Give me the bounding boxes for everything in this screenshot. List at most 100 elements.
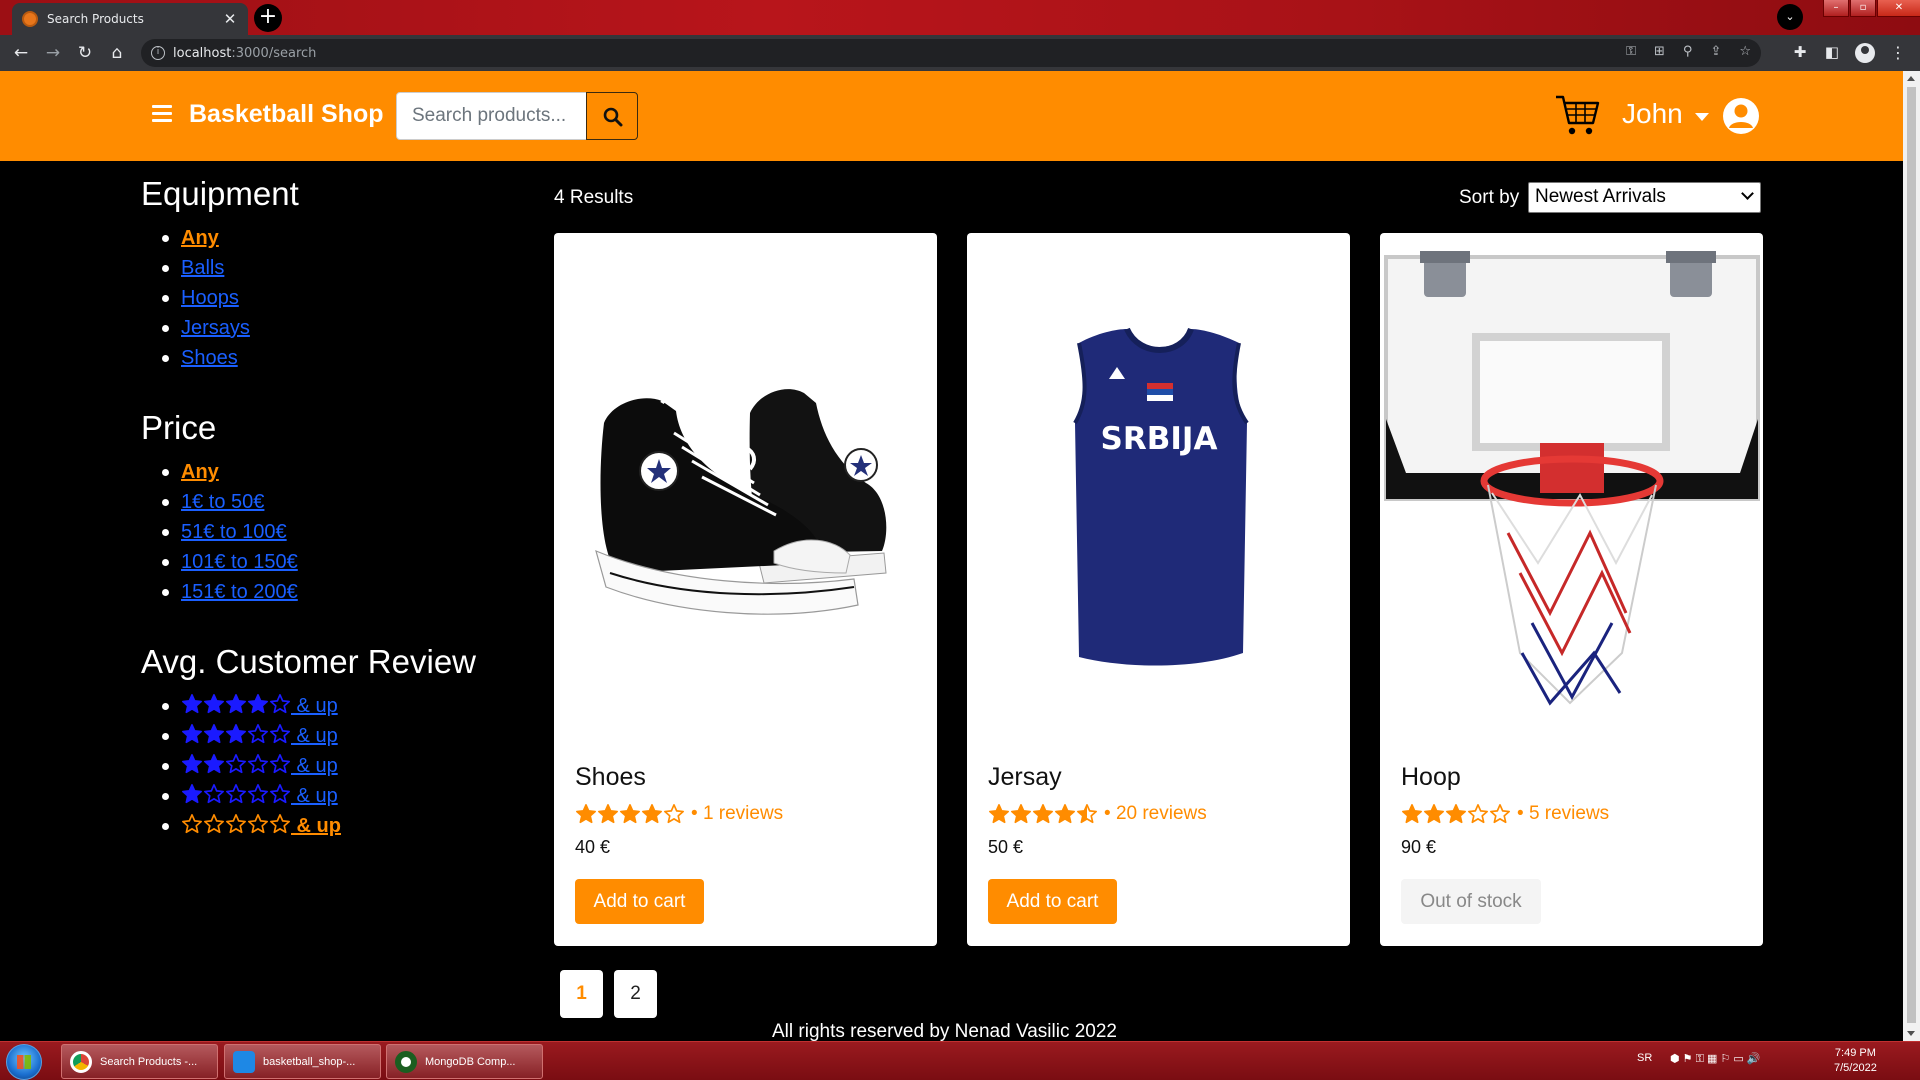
star-icon: [182, 694, 202, 714]
review-filter-0-stars[interactable]: & up: [181, 814, 341, 837]
star-icon: [598, 804, 618, 824]
taskbar-item-mongodb[interactable]: MongoDB Comp...: [386, 1044, 543, 1079]
rating-stars: [181, 723, 291, 745]
reload-icon[interactable]: ↻: [74, 42, 96, 64]
review-filter-4-stars[interactable]: & up: [181, 694, 338, 717]
star-icon: [664, 804, 684, 824]
scroll-up-arrow-icon[interactable]: [1907, 76, 1915, 81]
forward-arrow-icon[interactable]: →: [42, 42, 64, 64]
page-viewport: Basketball Shop John Equipment: [0, 71, 1903, 1041]
price-filter-51-100[interactable]: 51€ to 100€: [181, 521, 287, 543]
review-filter-2-stars[interactable]: & up: [181, 754, 338, 777]
sort-select[interactable]: Newest Arrivals: [1528, 182, 1761, 213]
star-icon: [576, 804, 596, 824]
add-to-cart-button[interactable]: Add to cart: [575, 879, 704, 924]
side-panel-icon[interactable]: ◧: [1822, 43, 1842, 61]
taskbar-item-vscode[interactable]: basketball_shop-...: [224, 1044, 381, 1079]
equipment-filter-list: Any Balls Hoops Jersays Shoes: [141, 223, 521, 373]
and-up-label: & up: [291, 725, 338, 747]
taskbar-item-label: Search Products -...: [100, 1055, 198, 1068]
star-icon: [1424, 804, 1444, 824]
scrollbar-thumb[interactable]: [1907, 87, 1916, 1023]
price-filter-any[interactable]: Any: [181, 461, 219, 483]
taskbar-item-chrome[interactable]: Search Products -...: [61, 1044, 218, 1079]
jersey-image[interactable]: SRBIJA: [967, 233, 1350, 723]
minimize-button[interactable]: –: [1823, 0, 1849, 17]
user-avatar-icon[interactable]: [1721, 96, 1761, 136]
star-icon: [1446, 804, 1466, 824]
profile-icon[interactable]: [1855, 43, 1875, 63]
star-icon: [270, 784, 290, 804]
product-name[interactable]: Hoop: [1401, 763, 1461, 792]
search-button[interactable]: [586, 92, 638, 140]
price-filter-101-150[interactable]: 101€ to 150€: [181, 551, 298, 573]
start-button[interactable]: [6, 1044, 42, 1080]
tray-icons[interactable]: ⬢ ⚑ ⚿ ▦ ⚐ ▭ 🔊: [1670, 1052, 1761, 1066]
star-icon: [620, 804, 640, 824]
and-up-label: & up: [291, 785, 338, 807]
page-scrollbar[interactable]: [1903, 71, 1920, 1041]
bookmark-star-icon[interactable]: ☆: [1739, 44, 1751, 59]
price-filter-1-50[interactable]: 1€ to 50€: [181, 491, 264, 513]
brand-logo-text[interactable]: Basketball Shop: [189, 100, 384, 129]
shopping-cart-icon[interactable]: [1554, 93, 1600, 137]
equipment-filter-balls[interactable]: Balls: [181, 257, 224, 279]
star-icon: [248, 814, 268, 834]
equipment-filter-jersays[interactable]: Jersays: [181, 317, 250, 339]
add-to-cart-button[interactable]: Add to cart: [988, 879, 1117, 924]
equipment-filter-shoes[interactable]: Shoes: [181, 347, 238, 369]
system-clock[interactable]: 7:49 PM 7/5/2022: [1834, 1046, 1877, 1076]
review-count[interactable]: • 1 reviews: [691, 803, 783, 825]
site-header: Basketball Shop John: [0, 71, 1903, 161]
star-icon: [182, 814, 202, 834]
list-item: 101€ to 150€: [162, 547, 521, 577]
home-icon[interactable]: ⌂: [106, 42, 128, 64]
star-icon: [1033, 804, 1053, 824]
hoop-image[interactable]: [1380, 233, 1763, 723]
product-name[interactable]: Shoes: [575, 763, 646, 792]
address-bar[interactable]: i localhost :3000/search ⚿ ⊞ ⚲ ⇪ ☆: [141, 39, 1761, 67]
new-tab-button[interactable]: +: [254, 4, 282, 32]
equipment-filter-hoops[interactable]: Hoops: [181, 287, 239, 309]
key-icon[interactable]: ⚿: [1626, 44, 1636, 59]
scroll-down-arrow-icon[interactable]: [1907, 1031, 1915, 1036]
list-item: Any: [162, 457, 521, 487]
star-icon: [182, 754, 202, 774]
chevron-down-icon[interactable]: [1695, 113, 1709, 121]
footer-copyright: All rights reserved by Nenad Vasilic 202…: [772, 1021, 1117, 1041]
out-of-stock-button: Out of stock: [1401, 879, 1541, 924]
restore-button[interactable]: ▫: [1850, 0, 1876, 17]
tab-search-button[interactable]: ⌄: [1777, 4, 1803, 30]
close-tab-icon[interactable]: ✕: [222, 10, 238, 28]
language-indicator[interactable]: SR: [1637, 1052, 1652, 1064]
price-filter-151-200[interactable]: 151€ to 200€: [181, 581, 298, 603]
search-input[interactable]: [396, 92, 587, 140]
tab-title: Search Products: [47, 12, 144, 26]
page-button-1[interactable]: 1: [560, 970, 603, 1018]
star-icon: [270, 814, 290, 834]
browser-tab[interactable]: Search Products ✕: [12, 3, 248, 35]
list-item: & up: [162, 781, 521, 811]
zoom-icon[interactable]: ⚲: [1683, 44, 1693, 59]
extensions-puzzle-icon[interactable]: ✚: [1790, 43, 1810, 61]
share-icon[interactable]: ⇪: [1710, 44, 1721, 59]
product-name[interactable]: Jersay: [988, 763, 1062, 792]
product-card: Shoes • 1 reviews 40 € Add to cart: [554, 233, 937, 946]
sneaker-image[interactable]: [554, 233, 937, 723]
review-filter-1-stars[interactable]: & up: [181, 784, 338, 807]
window-close-button[interactable]: ✕: [1877, 0, 1920, 17]
menu-kebab-icon[interactable]: ⋮: [1890, 43, 1906, 62]
review-count[interactable]: • 20 reviews: [1104, 803, 1207, 825]
star-icon: [248, 694, 268, 714]
user-menu-name[interactable]: John: [1622, 98, 1683, 130]
hamburger-menu-icon[interactable]: [152, 105, 172, 126]
review-filter-3-stars[interactable]: & up: [181, 723, 338, 747]
translate-icon[interactable]: ⊞: [1654, 44, 1665, 59]
equipment-filter-any[interactable]: Any: [181, 227, 219, 249]
product-price: 50 €: [988, 837, 1024, 857]
review-count[interactable]: • 5 reviews: [1517, 803, 1609, 825]
star-icon: [204, 784, 224, 804]
back-arrow-icon[interactable]: ←: [10, 42, 32, 64]
page-button-2[interactable]: 2: [614, 970, 657, 1018]
site-info-icon[interactable]: i: [151, 46, 165, 60]
